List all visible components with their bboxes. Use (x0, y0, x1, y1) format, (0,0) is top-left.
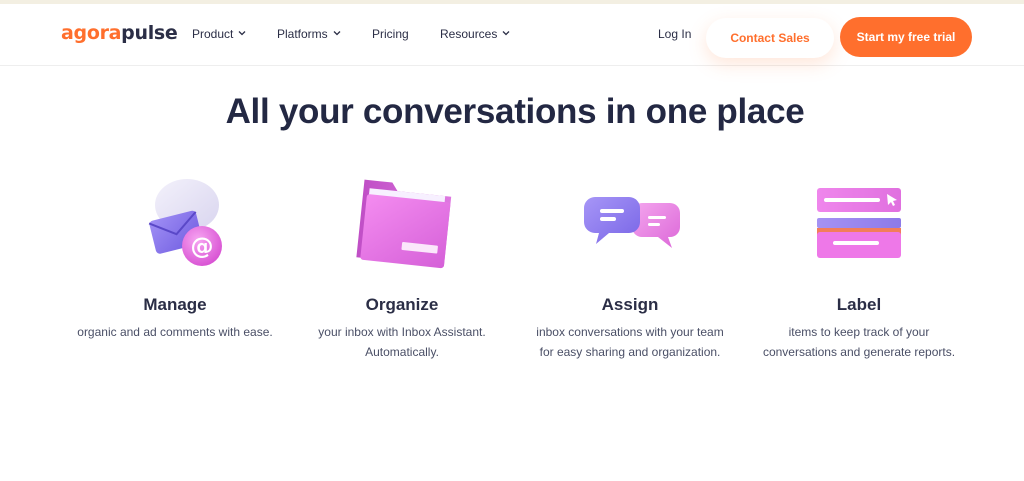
contact-sales-button[interactable]: Contact Sales (706, 18, 834, 58)
start-free-trial-button[interactable]: Start my free trial (840, 17, 972, 57)
feature-title: Manage (143, 295, 207, 314)
feature-description: items to keep track of your conversation… (762, 325, 956, 359)
logo-part-pulse: pulse (121, 22, 178, 44)
feature-description: organic and ad comments with ease. (77, 325, 273, 339)
label-stack-icon (817, 188, 901, 258)
svg-text:@: @ (191, 234, 214, 260)
chevron-down-icon (238, 31, 246, 36)
nav-platforms-label: Platforms (277, 27, 328, 41)
nav-product-label: Product (192, 27, 234, 41)
chevron-down-icon (502, 31, 510, 36)
chat-bubbles-icon (584, 197, 680, 248)
chevron-down-icon (333, 31, 341, 36)
navbar: agorapulse Product Platforms Pricing Res… (0, 4, 1024, 66)
agorapulse-logo[interactable]: agorapulse (61, 22, 178, 44)
nav-pricing[interactable]: Pricing (372, 26, 409, 42)
feature-title: Organize (365, 295, 439, 314)
page-headline: All your conversations in one place (225, 92, 805, 131)
feature-manage: @ Manage organic and ad comments with ea… (60, 170, 290, 339)
envelope-at-icon: @ (148, 179, 222, 266)
nav-resources-label: Resources (440, 27, 498, 41)
feature-label: Label items to keep track of your conver… (744, 170, 974, 359)
nav-pricing-label: Pricing (372, 27, 409, 41)
feature-description: your inbox with Inbox Assistant. Automat… (318, 325, 486, 359)
feature-description: inbox conversations with your team for e… (536, 325, 724, 359)
nav-resources[interactable]: Resources (440, 26, 510, 42)
feature-title: Label (836, 295, 882, 314)
folder-icon (356, 179, 452, 269)
feature-title: Assign (601, 295, 659, 314)
feature-organize: Organize your inbox with Inbox Assistant… (287, 170, 517, 359)
logo-part-agora: agora (61, 22, 122, 44)
nav-platforms[interactable]: Platforms (277, 26, 341, 42)
nav-product[interactable]: Product (192, 26, 246, 42)
login-link[interactable]: Log In (658, 26, 691, 42)
feature-assign: Assign inbox conversations with your tea… (515, 170, 745, 359)
